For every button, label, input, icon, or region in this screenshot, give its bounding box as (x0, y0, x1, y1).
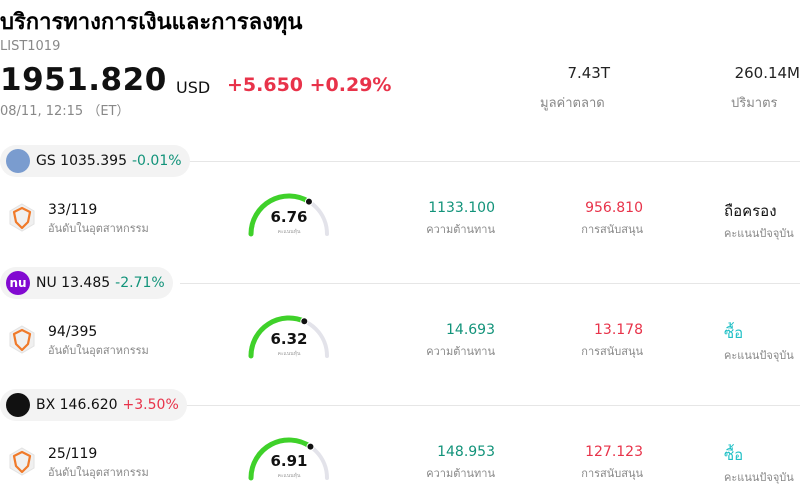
support-label: การสนับสนุน (581, 467, 643, 480)
list-code: LIST1019 (0, 39, 61, 54)
industry-rank-icon (8, 324, 36, 354)
stock-score-label: คะแนนหุ้น (277, 473, 301, 479)
price-change: +5.650 +0.29% (227, 74, 392, 96)
stock-change-pct: -0.01% (132, 153, 182, 169)
stock-ticker-price: GS 1035.395 (36, 153, 127, 169)
stock-change-pct: -2.71% (115, 275, 165, 291)
industry-rank-icon (8, 446, 36, 476)
currency-label: USD (176, 78, 211, 97)
resistance-label: ความต้านทาน (426, 345, 495, 358)
support-value: 127.123 (585, 444, 643, 460)
market-cap-label: มูลค่าตลาด (540, 96, 605, 111)
industry-rank-label: อันดับในอุตสาหกรรม (48, 344, 149, 357)
analyst-rating: ซื้อ (724, 324, 744, 342)
stock-score: 6.91 (270, 452, 308, 470)
resistance-value: 1133.100 (428, 200, 495, 216)
industry-rank-label: อันดับในอุตสาหกรรม (48, 222, 149, 235)
stock-score-label: คะแนนหุ้น (277, 351, 301, 357)
stock-change-pct: +3.50% (122, 397, 179, 413)
resistance-value: 14.693 (446, 322, 495, 338)
market-cap-value: 7.43T (567, 64, 610, 82)
resistance-value: 148.953 (437, 444, 495, 460)
stock-pill[interactable]: BX 146.620 +3.50% (0, 389, 187, 421)
volume-value: 260.14M (734, 64, 800, 82)
company-logo (6, 149, 30, 173)
timestamp: 08/11, 12:15 （ET） (0, 104, 130, 119)
gauge-marker (306, 442, 315, 451)
company-logo (6, 393, 30, 417)
stock-pill[interactable]: GS 1035.395 -0.01% (0, 145, 190, 177)
industry-rank: 94/395 (48, 324, 98, 340)
support-value: 956.810 (585, 200, 643, 216)
industry-rank: 25/119 (48, 446, 98, 462)
industry-rank-label: อันดับในอุตสาหกรรม (48, 466, 149, 479)
resistance-label: ความต้านทาน (426, 467, 495, 480)
gauge-marker (300, 317, 309, 326)
support-label: การสนับสนุน (581, 345, 643, 358)
analyst-rating: ถือครอง (724, 202, 777, 220)
resistance-label: ความต้านทาน (426, 223, 495, 236)
support-label: การสนับสนุน (581, 223, 643, 236)
index-price: 1951.820 (0, 62, 167, 98)
page-title: บริการทางการเงินและการลงทุน (0, 10, 303, 35)
analyst-rating: ซื้อ (724, 446, 744, 464)
stock-ticker-price: BX 146.620 (36, 397, 118, 413)
stock-pill[interactable]: nu NU 13.485 -2.71% (0, 267, 173, 299)
row-divider (180, 405, 800, 406)
company-logo: nu (6, 271, 30, 295)
analyst-rating-label: คะแนนปัจจุบัน (724, 471, 794, 484)
row-divider (180, 283, 800, 284)
gauge-marker (304, 197, 313, 206)
row-divider (180, 161, 800, 162)
analyst-rating-label: คะแนนปัจจุบัน (724, 227, 794, 240)
stock-score: 6.32 (270, 330, 308, 348)
stock-score-label: คะแนนหุ้น (277, 229, 301, 235)
analyst-rating-label: คะแนนปัจจุบัน (724, 349, 794, 362)
support-value: 13.178 (594, 322, 643, 338)
industry-rank-icon (8, 202, 36, 232)
stock-score: 6.76 (270, 208, 308, 226)
stock-ticker-price: NU 13.485 (36, 275, 111, 291)
volume-label: ปริมาตร (731, 96, 778, 111)
industry-rank: 33/119 (48, 202, 98, 218)
